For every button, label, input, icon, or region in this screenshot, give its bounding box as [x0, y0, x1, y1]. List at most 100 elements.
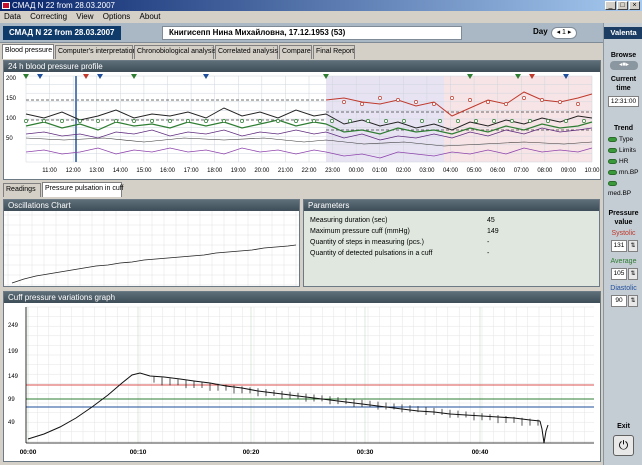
- y-tick-label: 50: [6, 136, 13, 142]
- reading-point: [240, 119, 244, 123]
- x-tick-label: 06:00: [490, 168, 506, 174]
- record-label: СМАД N 22 from 28.03.2007: [3, 26, 121, 40]
- reading-point: [96, 119, 100, 123]
- x-tick-label: 23:00: [325, 168, 341, 174]
- brand-label: Valenta: [604, 27, 642, 39]
- reading-point: [414, 100, 418, 104]
- x-tick-label: 02:00: [396, 168, 412, 174]
- profile-chart[interactable]: 11:00 12:00 13:00 14:00 15:00 16:00 17:00 18:00…: [4, 72, 600, 180]
- x-tick-label: 18:00: [207, 168, 223, 174]
- reading-point: [342, 100, 346, 104]
- patient-name: Книгисепп Нина Михайловна, 17.12.1953 (5…: [162, 26, 462, 40]
- x-tick-label: 00:40: [472, 449, 489, 456]
- tab-blood-pressure[interactable]: Blood pressure: [2, 44, 54, 59]
- menu-about[interactable]: About: [140, 12, 161, 21]
- y-tick-label: 200: [6, 76, 17, 82]
- browse-controls[interactable]: ◂■▸: [610, 61, 638, 70]
- parameters-title: Parameters: [304, 200, 599, 211]
- event-marker-icon: [131, 74, 137, 79]
- cuff-chart[interactable]: 249 199 149 99 49 00:00 00:10 00:20 00:30 00:40: [4, 303, 600, 461]
- profile-title: 24 h blood pressure profile: [4, 61, 600, 72]
- y-tick-label: 199: [8, 349, 19, 355]
- systolic-label: Systolic: [611, 230, 636, 237]
- trend-mn-bp[interactable]: mn.BP: [608, 168, 642, 178]
- average-edit-icon[interactable]: ⇅: [628, 268, 638, 280]
- main-tabs: Blood pressure Computer's interpretation…: [0, 44, 603, 59]
- reading-point: [486, 100, 490, 104]
- close-button[interactable]: ×: [629, 1, 640, 10]
- param-label-pulsations: Quantity of detected pulsations in a cuf…: [310, 250, 433, 257]
- diastolic-value[interactable]: 90: [611, 295, 627, 307]
- menu-options[interactable]: Options: [103, 12, 131, 21]
- tab-pulsation[interactable]: Pressure pulsation in cuff: [42, 182, 123, 197]
- reading-point: [582, 119, 586, 123]
- day-next-icon[interactable]: ▸: [568, 29, 572, 36]
- reading-point: [420, 119, 424, 123]
- day-selector[interactable]: ◂ 1 ▸: [551, 27, 577, 39]
- minimize-button[interactable]: _: [605, 1, 616, 10]
- x-tick-label: 13:00: [89, 168, 105, 174]
- reading-point: [222, 119, 226, 123]
- x-tick-label: 00:20: [243, 449, 260, 456]
- x-tick-label: 10:00: [584, 168, 600, 174]
- x-tick-label: 07:00: [514, 168, 530, 174]
- tab-compare[interactable]: Compare: [279, 45, 312, 59]
- current-time-value[interactable]: 12:31:00: [608, 96, 639, 107]
- trend-hr[interactable]: HR: [608, 157, 642, 167]
- sub-tabs: Readings Pressure pulsation in cuff: [0, 181, 603, 197]
- day-prev-icon[interactable]: ◂: [557, 29, 561, 36]
- reading-point: [456, 119, 460, 123]
- menu-data[interactable]: Data: [4, 12, 21, 21]
- maximize-button[interactable]: □: [617, 1, 628, 10]
- systolic-edit-icon[interactable]: ⇅: [628, 240, 638, 252]
- param-value-max-cuff: 149: [487, 228, 499, 235]
- trend-limits-label: Limits: [619, 147, 636, 154]
- event-marker-icon: [203, 74, 209, 79]
- diastolic-edit-icon[interactable]: ⇅: [628, 295, 638, 307]
- cuff-panel: Cuff pressure variations graph 249 199 149…: [3, 291, 601, 462]
- menu-view[interactable]: View: [76, 12, 93, 21]
- reading-point: [468, 98, 472, 102]
- reading-point: [576, 102, 580, 106]
- trend-type[interactable]: Type: [608, 135, 642, 145]
- tab-interpretation[interactable]: Computer's interpretation: [55, 45, 136, 59]
- tab-correlated[interactable]: Correlated analysis: [215, 45, 278, 59]
- parameters-panel: Parameters Measuring duration (sec) 45 M…: [303, 199, 600, 287]
- trend-med-bp[interactable]: med.BP: [608, 179, 642, 197]
- reading-point: [396, 98, 400, 102]
- reading-point: [492, 119, 496, 123]
- oscillations-chart: [4, 211, 299, 286]
- y-tick-label: 149: [8, 374, 19, 380]
- event-marker-icon: [37, 74, 43, 79]
- tab-final-report[interactable]: Final Report: [313, 45, 355, 59]
- systolic-value[interactable]: 131: [611, 240, 627, 252]
- browse-label: Browse: [610, 52, 637, 59]
- x-tick-label: 11:00: [42, 168, 57, 174]
- power-icon[interactable]: ⏻: [613, 435, 634, 456]
- browse-next-icon[interactable]: ▸: [626, 62, 629, 68]
- trend-mn-bp-label: mn.BP: [619, 169, 639, 176]
- param-label-max-cuff: Maximum pressure cuff (mmHg): [310, 228, 410, 235]
- x-tick-label: 12:00: [66, 168, 82, 174]
- reading-point: [294, 119, 298, 123]
- x-tick-label: 15:00: [136, 168, 152, 174]
- trend-hr-label: HR: [619, 158, 629, 165]
- trend-label: Trend: [613, 125, 634, 132]
- toggle-icon: [608, 180, 617, 186]
- reading-point: [378, 96, 382, 100]
- reading-point: [330, 119, 334, 123]
- pressure-value-label: Pressure value: [608, 210, 639, 226]
- tab-readings[interactable]: Readings: [3, 183, 41, 197]
- reading-point: [528, 119, 532, 123]
- event-marker-icon: [97, 74, 103, 79]
- reading-point: [42, 119, 46, 123]
- reading-point: [360, 102, 364, 106]
- x-tick-label: 20:00: [254, 168, 270, 174]
- tab-chronobiological[interactable]: Chronobiological analysis: [134, 45, 216, 59]
- param-value-pulsations: -: [487, 250, 490, 257]
- menu-bar: Data Correcting View Options About: [0, 11, 642, 23]
- menu-correcting[interactable]: Correcting: [30, 12, 67, 21]
- average-value[interactable]: 105: [611, 268, 627, 280]
- trend-limits[interactable]: Limits: [608, 146, 642, 156]
- y-tick-label: 249: [8, 323, 19, 329]
